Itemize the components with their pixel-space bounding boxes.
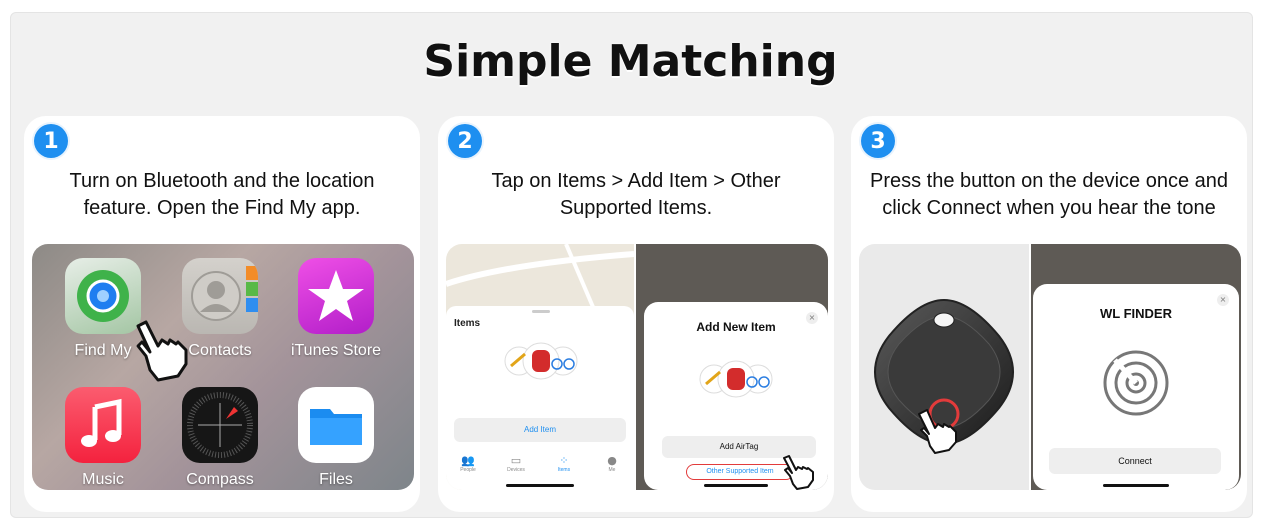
music-note-icon (65, 387, 141, 463)
tracker-device-icon (874, 298, 1014, 454)
step-3-line-2: click Connect when you hear the tone (882, 197, 1216, 219)
tab-bar: 👥 People ▭ Devices ⁘ Items ● Me (446, 450, 634, 490)
step-card-3: 3 Press the button on the device once an… (851, 116, 1247, 512)
compass-icon (182, 387, 258, 463)
sheet-grabber[interactable] (532, 310, 550, 313)
app-label: Files (319, 471, 353, 488)
add-item-button[interactable]: Add Item (454, 418, 626, 442)
step-1-line-1: Turn on Bluetooth and the location (69, 170, 375, 192)
step-description-3: Press the button on the device once and … (861, 168, 1237, 222)
wl-finder-screen: WL FINDER × Connect (1031, 244, 1241, 490)
phone-screens-step-3: WL FINDER × Connect (859, 244, 1241, 490)
step-badge-2: 2 (448, 124, 482, 158)
tab-me[interactable]: ● Me (598, 454, 626, 473)
items-illustration (501, 340, 581, 382)
tab-label: Devices (507, 467, 525, 473)
devices-icon: ▭ (510, 454, 522, 467)
app-label: Compass (186, 471, 254, 488)
wl-finder-dialog: WL FINDER × Connect (1033, 284, 1239, 490)
home-indicator (704, 484, 768, 487)
items-title: Items (454, 318, 481, 329)
step-card-2: 2 Tap on Items > Add Item > Other Suppor… (438, 116, 834, 512)
step-card-1: 1 Turn on Bluetooth and the location fea… (24, 116, 420, 512)
tracker-device-area (859, 244, 1029, 490)
star-icon (298, 258, 374, 334)
tap-hand-icon (124, 316, 194, 386)
home-indicator (506, 484, 574, 487)
items-illustration (696, 358, 776, 400)
tab-label: Items (557, 467, 571, 473)
step-badge-3: 3 (861, 124, 895, 158)
tab-devices[interactable]: ▭ Devices (502, 454, 530, 473)
step-1-line-2: feature. Open the Find My app. (83, 197, 361, 219)
close-icon[interactable]: × (1217, 294, 1229, 306)
home-indicator (1103, 484, 1169, 487)
page-title: Simple Matching (423, 36, 838, 87)
app-compass[interactable]: Compass (182, 387, 258, 489)
app-itunes-store[interactable]: iTunes Store (291, 258, 381, 360)
step-2-line-1: Tap on Items > Add Item > Other (491, 170, 781, 192)
folder-icon (298, 387, 374, 463)
app-music[interactable]: Music (65, 387, 141, 489)
dialog-title: Add New Item (696, 320, 776, 334)
people-icon: 👥 (461, 454, 475, 467)
step-2-line-2: Supported Items. (559, 197, 713, 219)
items-sheet: Items Add Item 👥 People ▭ Devices ⁘ Item… (446, 306, 634, 490)
items-screen: Items Add Item 👥 People ▭ Devices ⁘ Item… (446, 244, 634, 490)
tab-label: Me (608, 467, 616, 473)
tap-hand-icon (778, 454, 818, 490)
home-screen: Find My Contacts iTunes Store Music Comp… (32, 244, 414, 490)
app-label: iTunes Store (290, 342, 382, 359)
close-icon[interactable]: × (806, 312, 818, 324)
items-grid-icon: ⁘ (559, 454, 569, 467)
radar-icon (1101, 348, 1171, 418)
step-description-1: Turn on Bluetooth and the location featu… (34, 168, 410, 222)
tab-label: People (460, 467, 476, 473)
dialog-title: WL FINDER (1100, 306, 1172, 321)
app-files[interactable]: Files (298, 387, 374, 489)
step-3-line-1: Press the button on the device once and (869, 170, 1229, 192)
step-badge-1: 1 (34, 124, 68, 158)
step-description-2: Tap on Items > Add Item > Other Supporte… (448, 168, 824, 222)
person-icon: ● (607, 454, 617, 467)
app-label: Music (82, 471, 124, 488)
phone-screens-step-2: Items Add Item 👥 People ▭ Devices ⁘ Item… (446, 244, 828, 490)
tab-people[interactable]: 👥 People (454, 454, 482, 473)
tab-items[interactable]: ⁘ Items (550, 454, 578, 473)
connect-button[interactable]: Connect (1049, 448, 1221, 474)
